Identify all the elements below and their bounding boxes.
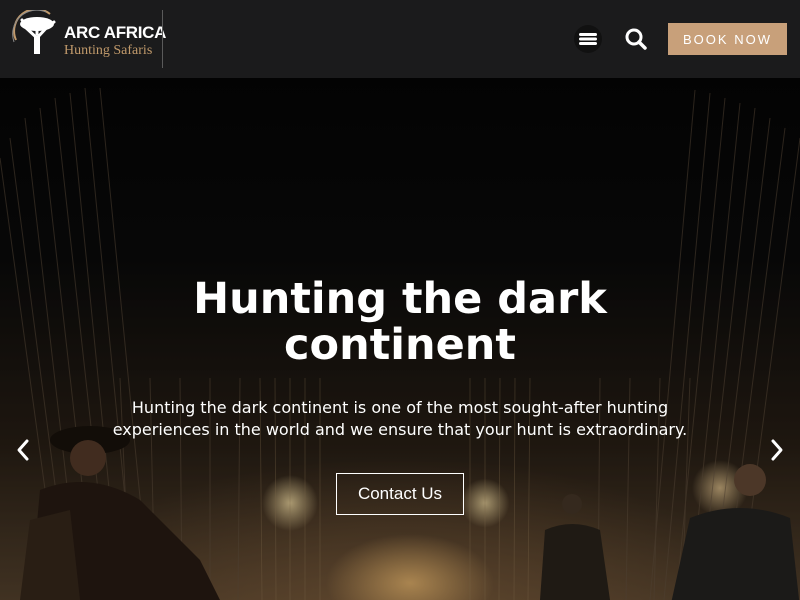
contact-us-button[interactable]: Contact Us	[336, 473, 464, 515]
menu-button[interactable]	[574, 25, 602, 53]
logo-name: ARC AFRICA	[64, 23, 167, 42]
site-header: ARC AFRICA Hunting Safaris BOOK NOW	[0, 0, 800, 78]
hero-description: Hunting the dark continent is one of the…	[112, 398, 688, 439]
hero-title: Hunting the dark continent	[193, 274, 607, 370]
search-button[interactable]	[623, 26, 649, 52]
search-icon	[625, 28, 647, 50]
slider-next-button[interactable]	[767, 438, 787, 462]
book-now-button[interactable]: BOOK NOW	[668, 23, 787, 55]
logo-divider	[162, 10, 163, 68]
chevron-left-icon	[17, 439, 29, 461]
site-logo[interactable]: ARC AFRICA Hunting Safaris	[10, 10, 166, 60]
tree-logo-icon	[12, 10, 56, 54]
slider-prev-button[interactable]	[13, 438, 33, 462]
hero-slider: Hunting the dark continent Hunting the d…	[0, 78, 800, 600]
hamburger-menu-icon	[574, 25, 602, 53]
chevron-right-icon	[771, 439, 783, 461]
logo-tagline: Hunting Safaris	[64, 43, 153, 58]
